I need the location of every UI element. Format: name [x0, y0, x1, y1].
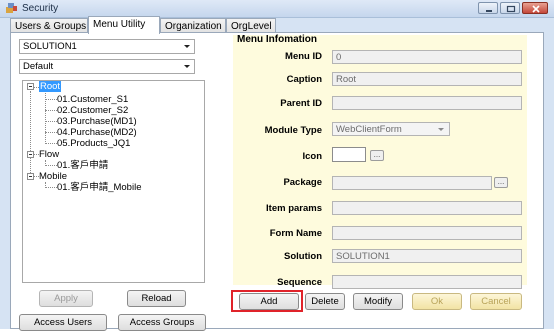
tree-connector: [45, 110, 57, 111]
maximize-icon: [506, 5, 516, 13]
parent-id-label: Parent ID: [280, 98, 322, 109]
tree-connector: [45, 143, 57, 144]
tree-node[interactable]: 05.Products_JQ1: [57, 138, 130, 149]
menu-id-field[interactable]: 0: [332, 50, 522, 64]
form-name-label: Form Name: [269, 228, 322, 239]
tab-organization[interactable]: Organization: [160, 18, 226, 33]
tab-users-groups[interactable]: Users & Groups: [10, 18, 88, 33]
minimize-button[interactable]: [478, 2, 498, 14]
tree-connector: [45, 121, 57, 122]
form-name-field[interactable]: [332, 226, 522, 240]
delete-button[interactable]: Delete: [305, 293, 345, 310]
solution-select-value: SOLUTION1: [23, 41, 77, 52]
solution-field[interactable]: SOLUTION1: [332, 249, 522, 263]
minimize-icon: [486, 10, 492, 12]
variant-select-value: Default: [23, 61, 54, 72]
tree-node[interactable]: 01.客戶申請_Mobile: [57, 182, 141, 193]
sequence-label: Sequence: [277, 277, 322, 288]
reload-button[interactable]: Reload: [127, 290, 186, 307]
tree-node[interactable]: 01.客戶申請: [57, 160, 108, 171]
collapse-icon[interactable]: [27, 173, 34, 180]
collapse-icon[interactable]: [27, 151, 34, 158]
menu-id-label: Menu ID: [285, 51, 322, 62]
tree-connector: [45, 99, 57, 100]
access-users-button[interactable]: Access Users: [19, 314, 107, 331]
module-type-label: Module Type: [264, 125, 322, 136]
tree-node-flow[interactable]: Flow: [39, 149, 59, 160]
parent-id-field[interactable]: [332, 96, 522, 110]
chevron-down-icon: [184, 45, 190, 48]
variant-select[interactable]: Default: [19, 59, 195, 74]
package-field[interactable]: [332, 176, 492, 190]
icon-label: Icon: [302, 151, 322, 162]
ok-button[interactable]: Ok: [412, 293, 462, 310]
chevron-down-icon: [438, 128, 444, 131]
icon-field[interactable]: [332, 147, 366, 162]
collapse-icon[interactable]: [27, 83, 34, 90]
icon-browse-button[interactable]: ...: [370, 150, 384, 161]
add-highlight-box: [231, 290, 303, 312]
modify-button[interactable]: Modify: [353, 293, 403, 310]
tree-node-root[interactable]: Root: [39, 81, 62, 92]
tab-menu-utility[interactable]: Menu Utility: [88, 16, 160, 34]
security-app-icon: [6, 3, 17, 13]
package-label: Package: [283, 177, 322, 188]
maximize-button[interactable]: [500, 2, 520, 14]
caption-field[interactable]: Root: [332, 72, 522, 86]
solution-select[interactable]: SOLUTION1: [19, 39, 195, 54]
tree-connector: [30, 91, 31, 175]
caption-label: Caption: [286, 74, 322, 85]
menu-information-title: Menu Infomation: [237, 34, 317, 45]
chevron-down-icon: [184, 65, 190, 68]
cancel-button[interactable]: Cancel: [470, 293, 522, 310]
access-groups-button[interactable]: Access Groups: [118, 314, 206, 331]
item-params-field[interactable]: [332, 201, 522, 215]
title-bar: Security: [0, 0, 554, 18]
window-title: Security: [22, 3, 59, 14]
solution-label: Solution: [284, 251, 322, 262]
tree-node[interactable]: 02.Customer_S2: [57, 105, 128, 116]
module-type-select[interactable]: WebClientForm: [332, 122, 450, 136]
close-icon: [532, 5, 540, 13]
tab-orglevel[interactable]: OrgLevel: [226, 18, 276, 33]
package-browse-button[interactable]: ...: [494, 177, 508, 188]
tree-node-mobile[interactable]: Mobile: [39, 171, 67, 182]
tree-connector: [45, 93, 46, 144]
item-params-label: Item params: [266, 203, 322, 214]
close-button[interactable]: [522, 2, 548, 14]
apply-button[interactable]: Apply: [39, 290, 93, 307]
tree-connector: [45, 132, 57, 133]
sequence-field[interactable]: [332, 275, 522, 289]
security-window: Security Users & Groups Menu Utility Org…: [0, 0, 554, 331]
tree-node[interactable]: 04.Purchase(MD2): [57, 127, 137, 138]
tree-connector: [45, 187, 57, 188]
module-type-value: WebClientForm: [336, 124, 402, 135]
menu-tree[interactable]: Root 01.Customer_S1 02.Customer_S2 03.Pu…: [22, 80, 205, 283]
tree-connector: [45, 165, 57, 166]
tree-node[interactable]: 01.Customer_S1: [57, 94, 128, 105]
tree-node[interactable]: 03.Purchase(MD1): [57, 116, 137, 127]
